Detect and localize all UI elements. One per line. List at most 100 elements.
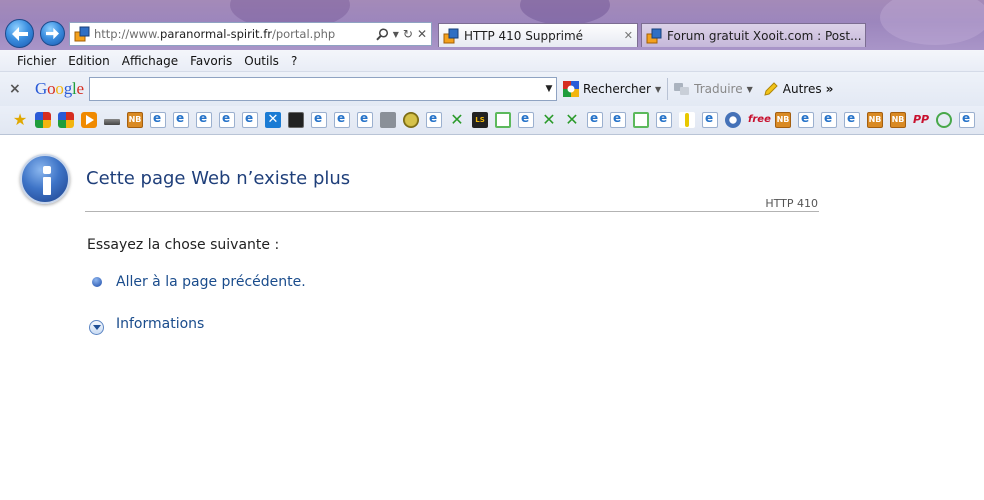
pp-icon[interactable]: PP [913,112,929,128]
ie-page-icon[interactable] [702,111,718,128]
ie-page-icon[interactable] [426,111,442,128]
ie-page-icon[interactable] [173,111,189,128]
ie-page-icon[interactable] [242,111,258,128]
xgreen-icon[interactable]: ✕ [449,112,465,128]
google-icon[interactable] [58,112,74,128]
expand-chevron-icon[interactable] [89,320,104,335]
nb-icon[interactable]: NB [867,112,883,128]
ie-page-icon[interactable] [219,111,235,128]
nb-icon[interactable]: NB [890,112,906,128]
google-search-input[interactable] [90,78,542,100]
ie-page-icon[interactable] [518,111,534,128]
coin-icon[interactable] [403,112,419,128]
title-divider [85,211,819,212]
dark-icon[interactable] [288,112,304,128]
play-icon[interactable] [81,112,97,128]
badge-icon[interactable] [725,112,741,128]
ie-page-icon[interactable] [196,111,212,128]
page-title: Cette page Web n’existe plus [86,168,351,189]
google-logo: Google [35,79,84,98]
chevron-down-icon[interactable]: ▼ [393,30,399,39]
chevron-down-icon[interactable]: ▼ [747,85,753,94]
ie-page-icon[interactable] [844,111,860,128]
double-chevron-icon: » [825,82,834,96]
arrow-right-icon [46,27,59,40]
url-domain: paranormal-spirit.fr [160,27,272,41]
ie-page-icon[interactable] [357,111,373,128]
translate-button[interactable]: Traduire ▼ [674,82,753,96]
search-button-label: Rechercher [583,82,651,96]
page-favicon [646,28,662,43]
ie-page-icon[interactable] [656,111,672,128]
http-status-code: HTTP 410 [765,197,818,210]
ie-page-icon[interactable] [311,111,327,128]
tab-xooit-forum[interactable]: Forum gratuit Xooit.com : Post... [641,23,866,47]
favorites-star-icon[interactable]: ★ [12,112,28,128]
menu-fichier[interactable]: Fichier [11,54,62,68]
ie-page-icon[interactable] [150,111,166,128]
refresh-icon[interactable]: ↻ [403,27,413,41]
ie-page-icon[interactable] [959,111,975,128]
toolbar-divider [667,78,669,100]
menu-bar: Fichier Edition Affichage Favoris Outils… [0,50,984,72]
ie-page-icon[interactable] [334,111,350,128]
go-back-link[interactable]: Aller à la page précédente. [116,274,306,290]
google-search-icon [563,81,579,97]
close-toolbar-icon[interactable]: × [9,81,27,97]
arrow-left-icon [11,26,28,41]
nb-icon[interactable]: NB [127,112,143,128]
free-icon[interactable]: free [748,112,771,128]
favorites-bar: ★ NB ✕ ✕ LS ✕ ✕ free NB NB NB PP [0,106,984,135]
url-prefix: http://www. [94,27,161,41]
ls-icon[interactable]: LS [472,112,488,128]
chevron-down-icon[interactable]: ▼ [655,85,661,94]
menu-edition[interactable]: Edition [62,54,116,68]
nb-icon[interactable]: NB [775,112,791,128]
back-button[interactable] [5,19,34,48]
address-url[interactable]: http://www.paranormal-spirit.fr/portal.p… [94,27,376,41]
suggestion-heading: Essayez la chose suivante : [87,237,280,253]
x-icon[interactable]: ✕ [265,112,281,128]
tab-title: Forum gratuit Xooit.com : Post... [667,28,861,43]
more-label: Autres [782,82,822,96]
tv-icon[interactable] [380,112,396,128]
page-favicon [74,26,90,42]
chevron-down-icon[interactable]: ▼ [542,84,556,94]
yellow-bar-icon[interactable] [679,112,695,128]
circle-icon[interactable] [936,112,952,128]
menu-favoris[interactable]: Favoris [184,54,238,68]
page-favicon [443,28,459,43]
stop-icon[interactable]: ✕ [417,27,427,41]
pencil-icon [764,82,778,96]
close-icon[interactable]: ✕ [624,29,633,42]
more-information-link[interactable]: Informations [116,316,204,332]
tab-http-410[interactable]: HTTP 410 Supprimé ✕ [438,23,638,47]
xgreen-icon[interactable]: ✕ [564,112,580,128]
google-toolbar: × Google ▼ Rechercher ▼ Traduire ▼ Autre… [0,72,984,106]
ie-page-icon[interactable] [587,111,603,128]
menu-help[interactable]: ? [285,54,303,68]
google-search-button[interactable]: Rechercher ▼ [563,81,661,97]
google-icon[interactable] [35,112,51,128]
ie-page-icon[interactable] [610,111,626,128]
gun-icon[interactable] [104,119,120,125]
search-icon[interactable] [375,27,389,41]
tab-title: HTTP 410 Supprimé [464,28,584,43]
menu-outils[interactable]: Outils [238,54,285,68]
browser-title-bar: http://www.paranormal-spirit.fr/portal.p… [0,0,984,50]
more-button[interactable]: Autres » [763,81,834,97]
green-page-icon[interactable] [633,112,649,128]
ie-page-icon[interactable] [798,111,814,128]
url-path: /portal.php [271,27,336,41]
ie-page-icon[interactable] [821,111,837,128]
translate-label: Traduire [694,82,743,96]
bullet-icon [92,277,102,287]
menu-affichage[interactable]: Affichage [116,54,184,68]
xgreen-icon[interactable]: ✕ [541,112,557,128]
address-bar[interactable]: http://www.paranormal-spirit.fr/portal.p… [69,22,432,46]
page-content: Cette page Web n’existe plus HTTP 410 Es… [0,135,984,500]
forward-button[interactable] [40,21,65,46]
translate-icon [674,83,690,95]
google-search-box[interactable]: ▼ [89,77,557,101]
green-page-icon[interactable] [495,112,511,128]
